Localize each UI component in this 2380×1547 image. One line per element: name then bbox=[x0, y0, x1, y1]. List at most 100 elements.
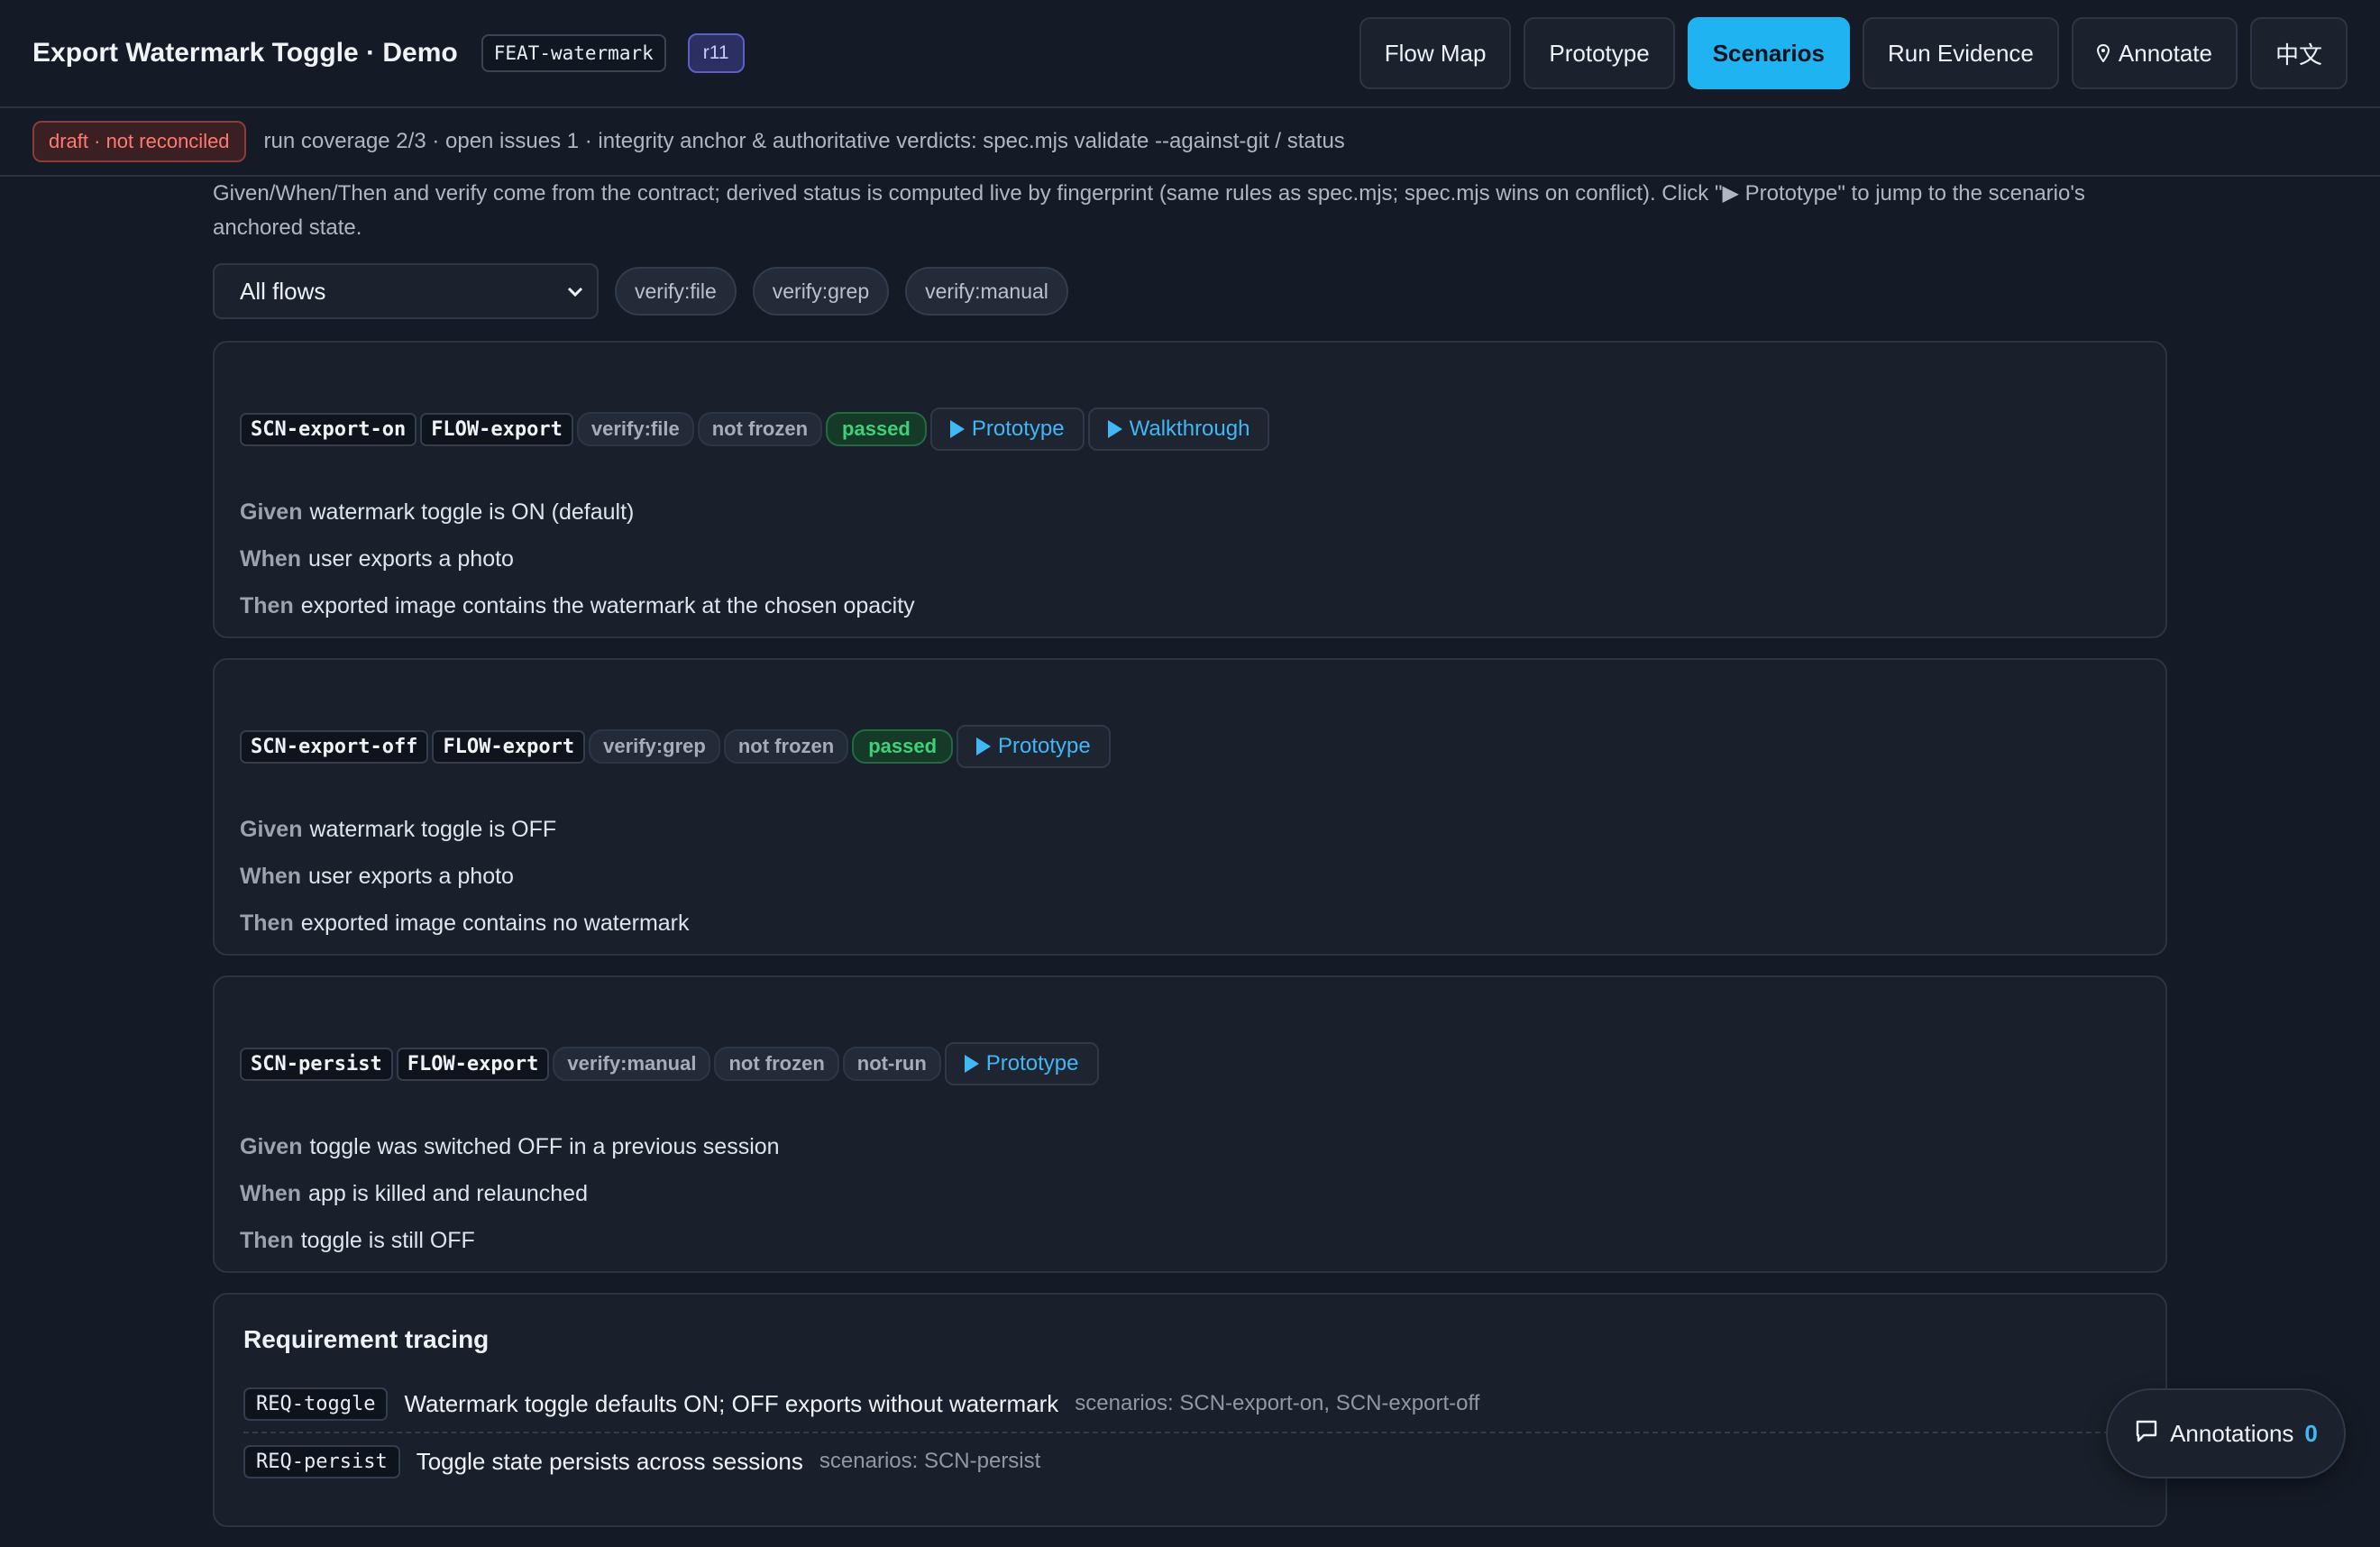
then-text: toggle is still OFF bbox=[300, 1228, 475, 1253]
play-icon bbox=[949, 420, 965, 438]
nav-annotate-label: Annotate bbox=[2118, 39, 2212, 67]
nav-annotate-button[interactable]: Annotate bbox=[2071, 17, 2238, 89]
nav-run-evidence-label: Run Evidence bbox=[1888, 39, 2034, 67]
filter-verify-manual[interactable]: verify:manual bbox=[905, 267, 1068, 316]
requirement-row: REQ-persist Toggle state persists across… bbox=[243, 1433, 2137, 1489]
requirement-tracing-card: Requirement tracing REQ-toggle Watermark… bbox=[213, 1293, 2167, 1527]
feature-id-chip: FEAT-watermark bbox=[481, 34, 666, 72]
flow-id: FLOW-export bbox=[432, 729, 586, 764]
nav-prototype-label: Prototype bbox=[1549, 39, 1650, 67]
scenario-card-export-off: SCN-export-off FLOW-export verify:grep n… bbox=[213, 658, 2167, 956]
scenarios-panel: Given/When/Then and verify come from the… bbox=[213, 177, 2167, 1547]
then-keyword: Then bbox=[240, 911, 294, 936]
given-text: toggle was switched OFF in a previous se… bbox=[309, 1134, 780, 1159]
gwt-block: Given watermark toggle is ON (default) Wh… bbox=[240, 489, 915, 629]
when-line: When user exports a photo bbox=[240, 853, 690, 900]
then-text: exported image contains no watermark bbox=[300, 911, 690, 936]
then-line: Then exported image contains the watermar… bbox=[240, 582, 915, 629]
then-text: exported image contains the watermark at… bbox=[300, 593, 915, 618]
chevron-down-icon bbox=[566, 281, 584, 309]
nav-run-evidence-button[interactable]: Run Evidence bbox=[1863, 17, 2059, 89]
prototype-link-label: Prototype bbox=[998, 734, 1091, 758]
annotations-button[interactable]: Annotations 0 bbox=[2106, 1388, 2346, 1478]
when-line: When user exports a photo bbox=[240, 536, 915, 582]
prototype-link-button[interactable]: Prototype bbox=[944, 1042, 1099, 1085]
annotations-count: 0 bbox=[2304, 1419, 2318, 1447]
main-nav: Flow Map Prototype Scenarios Run Evidenc… bbox=[1359, 17, 2348, 89]
gwt-block: Given toggle was switched OFF in a previo… bbox=[240, 1123, 780, 1264]
prototype-link-button[interactable]: Prototype bbox=[957, 725, 1111, 768]
when-text: user exports a photo bbox=[308, 546, 514, 572]
run-status-badge: not-run bbox=[842, 1047, 941, 1081]
walkthrough-link-label: Walkthrough bbox=[1129, 416, 1250, 441]
given-text: watermark toggle is OFF bbox=[309, 817, 557, 842]
verify-type: verify:file bbox=[576, 412, 694, 446]
given-keyword: Given bbox=[240, 1134, 303, 1159]
requirement-row: REQ-toggle Watermark toggle defaults ON;… bbox=[243, 1376, 2137, 1433]
given-keyword: Given bbox=[240, 817, 303, 842]
frozen-status: not frozen bbox=[714, 1047, 839, 1081]
prototype-link-label: Prototype bbox=[985, 1051, 1079, 1076]
top-bar: Export Watermark Toggle · Demo FEAT-wate… bbox=[0, 0, 2380, 108]
then-keyword: Then bbox=[240, 593, 294, 618]
scenario-tags: SCN-export-off FLOW-export verify:grep n… bbox=[240, 725, 1111, 768]
revision-chip: r11 bbox=[687, 33, 745, 73]
requirement-id: REQ-persist bbox=[243, 1444, 400, 1478]
page-title: Export Watermark Toggle · Demo bbox=[32, 38, 458, 68]
filter-verify-grep[interactable]: verify:grep bbox=[752, 267, 890, 316]
verify-type: verify:grep bbox=[589, 729, 720, 764]
map-pin-icon bbox=[2096, 44, 2110, 62]
nav-prototype-button[interactable]: Prototype bbox=[1524, 17, 1675, 89]
language-toggle-button[interactable]: 中文 bbox=[2249, 17, 2348, 89]
then-line: Then toggle is still OFF bbox=[240, 1217, 780, 1264]
given-line: Given toggle was switched OFF in a previo… bbox=[240, 1123, 780, 1170]
then-keyword: Then bbox=[240, 1228, 294, 1253]
scenario-id: SCN-export-off bbox=[240, 729, 429, 764]
walkthrough-link-button[interactable]: Walkthrough bbox=[1087, 407, 1270, 451]
play-icon bbox=[1107, 420, 1122, 438]
scenario-tags: SCN-export-on FLOW-export verify:file no… bbox=[240, 407, 1270, 451]
flow-filter-select[interactable]: All flows bbox=[213, 263, 599, 319]
gwt-block: Given watermark toggle is OFF When user ex… bbox=[240, 806, 690, 947]
scenario-tags: SCN-persist FLOW-export verify:manual no… bbox=[240, 1042, 1099, 1085]
intro-text: Given/When/Then and verify come from the… bbox=[213, 181, 2085, 240]
scenario-id: SCN-persist bbox=[240, 1047, 393, 1081]
when-keyword: When bbox=[240, 546, 302, 572]
verify-type: verify:manual bbox=[553, 1047, 711, 1081]
flow-id: FLOW-export bbox=[420, 412, 573, 446]
status-summary: run coverage 2/3 · open issues 1 · integ… bbox=[263, 129, 1345, 153]
nav-flow-map-button[interactable]: Flow Map bbox=[1359, 17, 1512, 89]
requirement-text: Watermark toggle defaults ON; OFF export… bbox=[404, 1389, 1059, 1417]
given-line: Given watermark toggle is ON (default) bbox=[240, 489, 915, 536]
requirement-scenarios: scenarios: SCN-export-on, SCN-export-off bbox=[1075, 1391, 1480, 1415]
prototype-link-button[interactable]: Prototype bbox=[929, 407, 1085, 451]
status-bar: draft · not reconciled run coverage 2/3 … bbox=[0, 108, 2380, 177]
requirement-tracing-title: Requirement tracing bbox=[243, 1325, 490, 1353]
run-status-badge: passed bbox=[852, 729, 954, 764]
filter-bar: All flows verify:file verify:grep verify… bbox=[213, 263, 2167, 319]
flow-filter-value: All flows bbox=[240, 277, 326, 305]
requirement-scenarios: scenarios: SCN-persist bbox=[819, 1449, 1041, 1473]
play-icon bbox=[964, 1055, 979, 1073]
when-keyword: When bbox=[240, 864, 302, 889]
given-keyword: Given bbox=[240, 499, 303, 525]
when-text: app is killed and relaunched bbox=[308, 1181, 588, 1206]
filter-verify-file[interactable]: verify:file bbox=[615, 267, 737, 316]
when-text: user exports a photo bbox=[308, 864, 514, 889]
requirement-text: Toggle state persists across sessions bbox=[416, 1447, 803, 1475]
scenario-card-export-on: SCN-export-on FLOW-export verify:file no… bbox=[213, 341, 2167, 638]
when-keyword: When bbox=[240, 1181, 302, 1206]
requirement-id: REQ-toggle bbox=[243, 1387, 389, 1421]
nav-scenarios-button[interactable]: Scenarios bbox=[1687, 17, 1850, 89]
play-icon bbox=[976, 737, 992, 755]
scenario-id: SCN-export-on bbox=[240, 412, 417, 446]
annotations-label: Annotations bbox=[2170, 1419, 2294, 1447]
draft-status-badge: draft · not reconciled bbox=[32, 121, 246, 162]
flow-id: FLOW-export bbox=[396, 1047, 550, 1081]
language-toggle-label: 中文 bbox=[2275, 41, 2322, 69]
given-line: Given watermark toggle is OFF bbox=[240, 806, 690, 853]
prototype-link-label: Prototype bbox=[971, 416, 1065, 441]
run-status-badge: passed bbox=[826, 412, 927, 446]
nav-flow-map-label: Flow Map bbox=[1384, 39, 1487, 67]
when-line: When app is killed and relaunched bbox=[240, 1170, 780, 1217]
